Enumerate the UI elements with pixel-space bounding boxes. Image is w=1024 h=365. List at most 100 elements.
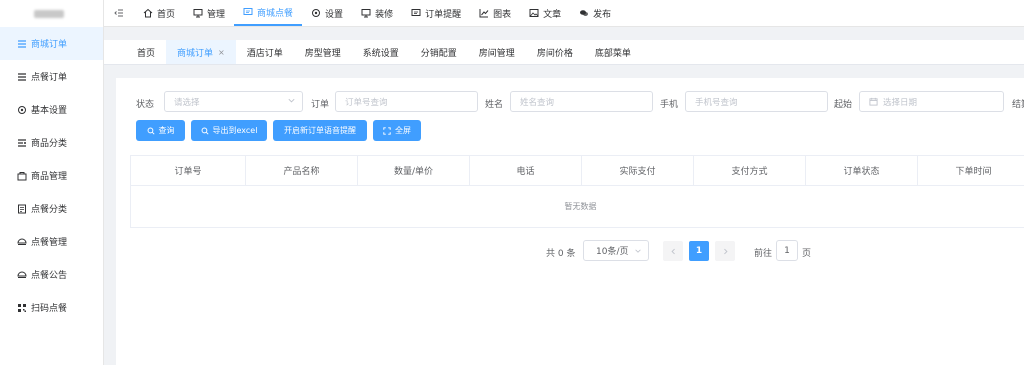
search-icon <box>147 127 155 135</box>
phone-label: 手机 <box>660 100 679 110</box>
start-date-picker[interactable]: 选择日期 <box>859 91 1004 112</box>
gear-icon <box>312 9 321 17</box>
sidebar-item-label: 点餐管理 <box>31 238 68 248</box>
tab-label: 分销配置 <box>420 48 457 59</box>
sidebar-item-label: 点餐分类 <box>31 205 68 215</box>
message-icon <box>243 8 253 15</box>
tab-room-management[interactable]: 房间管理 <box>468 40 526 64</box>
topnav-item-articles[interactable]: 文章 <box>520 0 570 26</box>
prev-page-button[interactable] <box>663 241 683 261</box>
tab-system-settings[interactable]: 系统设置 <box>352 40 410 64</box>
chevron-right-icon <box>723 248 728 254</box>
sidebar-item-mall-orders[interactable]: 商城订单 <box>0 27 103 60</box>
topnav-item-charts[interactable]: 图表 <box>470 0 520 26</box>
chevron-down-icon <box>635 249 641 253</box>
sidebar-item-dining-orders[interactable]: 点餐订单 <box>0 60 103 93</box>
topnav-item-publish[interactable]: 发布 <box>570 0 620 26</box>
table-header: 订单号 产品名称 数量/单价 电话 实际支付 支付方式 订单状态 下单时间 <box>130 155 1024 186</box>
chart-icon <box>479 9 489 18</box>
topnav-item-label: 商城点餐 <box>257 8 294 19</box>
gear-icon <box>16 105 28 115</box>
sidebar-item-label: 商品分类 <box>31 139 68 149</box>
tab-label: 房型管理 <box>304 48 341 59</box>
voice-alert-button[interactable]: 开启新订单语音提醒 <box>273 120 367 141</box>
tab-label: 房间管理 <box>478 48 515 59</box>
collapse-menu-button[interactable] <box>104 0 134 26</box>
fullscreen-button[interactable]: 全屏 <box>373 120 421 141</box>
sidebar-item-label: 点餐公告 <box>31 271 68 281</box>
sidebar-item-dining-notice[interactable]: 点餐公告 <box>0 258 103 291</box>
page-size-value: 10条/页 <box>596 247 629 257</box>
topnav-item-decorate[interactable]: 装修 <box>352 0 402 26</box>
tab-label: 底部菜单 <box>594 48 631 59</box>
sidebar-item-label: 商城订单 <box>31 40 68 50</box>
tab-room-types[interactable]: 房型管理 <box>294 40 352 64</box>
status-select[interactable]: 请选择 <box>164 91 303 112</box>
tab-bar: 首页 商城订单 × 酒店订单 房型管理 系统设置 分销配置 房间管理 房间价格 … <box>104 40 1024 65</box>
monitor-icon <box>193 9 203 18</box>
sidebar-item-qr-ordering[interactable]: 扫码点餐 <box>0 291 103 324</box>
food-icon <box>16 237 28 247</box>
page-size-select[interactable]: 10条/页 <box>583 240 649 261</box>
topnav-item-settings[interactable]: 设置 <box>302 0 352 26</box>
sidebar-item-basic-settings[interactable]: 基本设置 <box>0 93 103 126</box>
logo <box>0 0 103 27</box>
sidebar: 商城订单 点餐订单 基本设置 商品分类 商品管理 点餐分类 点餐管理 点餐公告 … <box>0 0 104 365</box>
column-header-actual-payment[interactable]: 实际支付 <box>582 156 694 185</box>
tab-home[interactable]: 首页 <box>126 40 166 64</box>
sidebar-item-label: 商品管理 <box>31 172 68 182</box>
name-placeholder: 姓名查询 <box>520 97 555 108</box>
sidebar-item-product-category[interactable]: 商品分类 <box>0 126 103 159</box>
column-header-payment-method[interactable]: 支付方式 <box>694 156 807 185</box>
tab-mall-orders[interactable]: 商城订单 × <box>166 40 236 64</box>
column-header-phone[interactable]: 电话 <box>470 156 582 185</box>
start-date-placeholder: 选择日期 <box>883 97 918 108</box>
chevron-left-icon <box>670 248 675 254</box>
column-header-order-status[interactable]: 订单状态 <box>806 156 919 185</box>
topnav-item-label: 图表 <box>493 9 512 20</box>
next-page-button[interactable] <box>715 241 735 261</box>
column-header-product-name[interactable]: 产品名称 <box>246 156 358 185</box>
goto-page-input[interactable]: 1 <box>776 240 798 261</box>
search-icon <box>201 127 209 135</box>
tab-hotel-orders[interactable]: 酒店订单 <box>236 40 294 64</box>
phone-placeholder: 手机号查询 <box>695 97 738 108</box>
topnav-item-manage[interactable]: 管理 <box>184 0 234 26</box>
topnav-item-home[interactable]: 首页 <box>134 0 184 26</box>
column-header-order-time[interactable]: 下单时间 <box>918 156 1024 185</box>
home-icon <box>143 8 153 18</box>
name-label: 姓名 <box>485 100 504 110</box>
topnav-item-order-alert[interactable]: 订单提醒 <box>402 0 470 26</box>
order-input[interactable]: 订单号查询 <box>335 91 478 112</box>
export-excel-button[interactable]: 导出到excel <box>191 120 267 141</box>
tab-label: 商城订单 <box>177 48 214 59</box>
tab-bottom-menu[interactable]: 底部菜单 <box>584 40 642 64</box>
picture-icon <box>529 9 539 17</box>
topnav-item-mall-dining[interactable]: 商城点餐 <box>234 0 303 26</box>
phone-input[interactable]: 手机号查询 <box>685 91 828 112</box>
voice-alert-button-label: 开启新订单语音提醒 <box>284 126 356 135</box>
tab-room-prices[interactable]: 房间价格 <box>526 40 584 64</box>
topnav-item-label: 首页 <box>157 9 176 20</box>
sidebar-item-label: 点餐订单 <box>31 73 68 83</box>
goto-label: 前往 <box>754 249 773 259</box>
sidebar-item-dining-category[interactable]: 点餐分类 <box>0 192 103 225</box>
sidebar-item-dining-management[interactable]: 点餐管理 <box>0 225 103 258</box>
sidebar-item-product-management[interactable]: 商品管理 <box>0 159 103 192</box>
name-input[interactable]: 姓名查询 <box>510 91 653 112</box>
message-icon <box>411 9 421 16</box>
close-icon[interactable]: × <box>218 48 225 57</box>
column-header-order-no[interactable]: 订单号 <box>130 156 246 185</box>
column-header-qty-price[interactable]: 数量/单价 <box>358 156 470 185</box>
page-number-button[interactable]: 1 <box>689 241 709 261</box>
topnav-item-label: 发布 <box>593 9 612 20</box>
food-icon <box>16 270 28 280</box>
query-button[interactable]: 查询 <box>136 120 185 141</box>
tab-label: 酒店订单 <box>246 48 283 59</box>
logo-image <box>34 9 64 18</box>
list-icon <box>16 39 28 49</box>
fullscreen-button-label: 全屏 <box>395 126 411 135</box>
list-icon <box>16 72 28 82</box>
end-label: 结算 <box>1012 100 1024 110</box>
tab-distribution[interactable]: 分销配置 <box>410 40 468 64</box>
